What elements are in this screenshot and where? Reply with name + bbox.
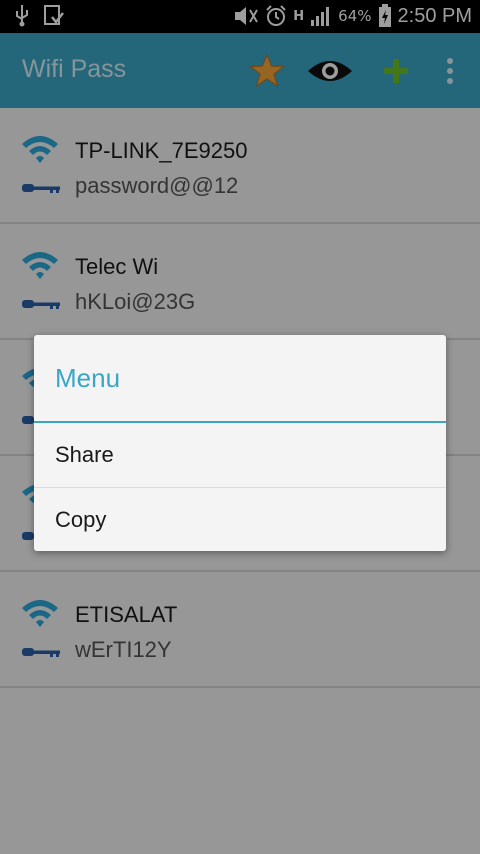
menu-item-label: Share (55, 442, 114, 467)
dialog-title: Menu (55, 363, 121, 393)
menu-dialog: Menu Share Copy (34, 335, 446, 551)
menu-item-copy[interactable]: Copy (34, 488, 446, 552)
menu-item-share[interactable]: Share (34, 423, 446, 487)
menu-item-label: Copy (55, 507, 107, 532)
